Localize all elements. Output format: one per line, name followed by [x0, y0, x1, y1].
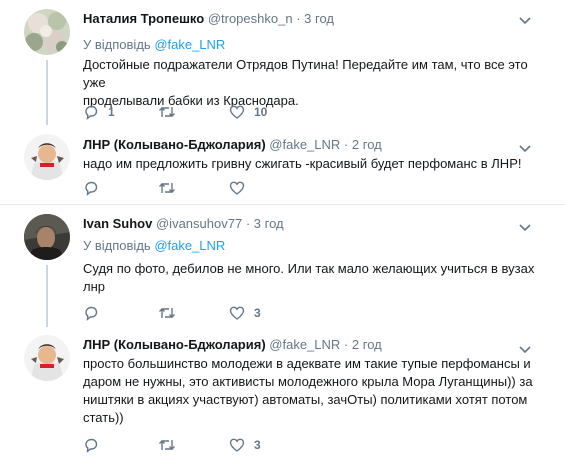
avatar[interactable] [24, 214, 70, 260]
tweet-header: ЛНР (Колывано-Бджолария) @fake_LNR · 2 г… [83, 137, 382, 153]
display-name[interactable]: ЛНР (Колывано-Бджолария) [83, 137, 266, 152]
separator-dot: · [343, 137, 349, 152]
avatar[interactable] [24, 335, 70, 381]
tweet-text-line: надо им предложить гривну сжигать -краси… [83, 156, 522, 171]
tweet-actions: 3 [83, 437, 383, 455]
timestamp[interactable]: 3 год [254, 216, 284, 231]
tweet-text-line: стать)) [83, 410, 124, 425]
timestamp[interactable]: 2 год [352, 337, 382, 352]
tweet-1[interactable]: Наталия Тропешко @tropeshko_n · 3 год У … [0, 0, 565, 125]
retweet-button[interactable] [158, 437, 185, 453]
retweet-icon [159, 308, 175, 318]
tweet-3[interactable]: Ivan Suhov @ivansuhov77 · 3 год У відпов… [0, 205, 565, 327]
like-count: 10 [254, 105, 268, 119]
reply-prefix: У відповідь [83, 37, 151, 52]
display-name[interactable]: Ivan Suhov [83, 216, 152, 231]
retweet-button[interactable] [158, 180, 185, 196]
reply-icon [85, 105, 98, 120]
heart-icon [229, 105, 245, 119]
timestamp[interactable]: 3 год [304, 11, 334, 26]
tweet-text: просто большинство молодежи в адеквате и… [83, 355, 553, 427]
reply-button[interactable] [83, 305, 108, 321]
chevron-down-icon[interactable] [519, 13, 531, 28]
tweet-header: ЛНР (Колывано-Бджолария) @fake_LNR · 2 г… [83, 337, 382, 353]
reply-icon [85, 306, 98, 321]
timestamp[interactable]: 2 год [352, 137, 382, 152]
display-name[interactable]: ЛНР (Колывано-Бджолария) [83, 337, 266, 352]
tweet-actions: 3 [83, 305, 383, 323]
chevron-down-icon[interactable] [519, 220, 531, 235]
tweet-text-line: Достойные подражатели Отрядов Путина! Пе… [83, 57, 528, 90]
tweet-text-line: просто большинство молодежи в адеквате и… [83, 356, 531, 371]
reply-mention-link[interactable]: @fake_LNR [154, 238, 225, 253]
retweet-icon [159, 440, 175, 450]
tweet-actions: 1 10 [83, 104, 383, 122]
retweet-icon [159, 107, 175, 117]
tweet-text: Судя по фото, дебилов не много. Или так … [83, 260, 553, 296]
tweet-text: надо им предложить гривну сжигать -краси… [83, 155, 553, 173]
like-button[interactable]: 3 [229, 305, 261, 321]
separator-dot: · [245, 216, 251, 231]
reply-button[interactable]: 1 [83, 104, 115, 120]
like-button[interactable]: 3 [229, 437, 261, 453]
tweet-4[interactable]: ЛНР (Колывано-Бджолария) @fake_LNR · 2 г… [0, 327, 565, 460]
tweet-text: Достойные подражатели Отрядов Путина! Пе… [83, 56, 553, 110]
retweet-button[interactable] [158, 104, 185, 120]
tweet-text-line: ништяки в акциях участвуют) автоматы, за… [83, 392, 528, 407]
retweet-icon [159, 183, 175, 193]
tweet-text-line: даром не нужны, это активисты молодежног… [83, 374, 533, 389]
avatar[interactable] [24, 134, 70, 180]
reply-button[interactable] [83, 180, 108, 196]
user-handle[interactable]: @fake_LNR [269, 137, 340, 152]
tweet-text-line: лнр [83, 279, 105, 294]
tweet-actions [83, 180, 383, 198]
heart-icon [229, 306, 245, 320]
reply-button[interactable] [83, 437, 108, 453]
chevron-down-icon[interactable] [519, 141, 531, 156]
like-count: 3 [254, 306, 261, 320]
tweet-2[interactable]: ЛНР (Колывано-Бджолария) @fake_LNR · 2 г… [0, 125, 565, 207]
separator-dot: · [296, 11, 301, 26]
like-count: 3 [254, 438, 261, 452]
like-button[interactable] [229, 180, 254, 196]
like-button[interactable]: 10 [229, 104, 267, 120]
user-handle[interactable]: @ivansuhov77 [156, 216, 242, 231]
reply-icon [85, 438, 98, 453]
heart-icon [229, 181, 245, 195]
tweet-header: Ivan Suhov @ivansuhov77 · 3 год [83, 216, 284, 232]
user-handle[interactable]: @tropeshko_n [208, 11, 293, 26]
heart-icon [229, 438, 245, 452]
retweet-button[interactable] [158, 305, 185, 321]
tweet-text-line: Судя по фото, дебилов не много. Или так … [83, 261, 535, 276]
avatar[interactable] [24, 9, 70, 55]
reply-count: 1 [108, 105, 115, 119]
reply-to-line: У відповідь @fake_LNR [83, 238, 225, 254]
user-handle[interactable]: @fake_LNR [269, 337, 340, 352]
reply-prefix: У відповідь [83, 238, 151, 253]
thread-line [46, 60, 48, 125]
reply-to-line: У відповідь @fake_LNR [83, 37, 225, 53]
reply-mention-link[interactable]: @fake_LNR [154, 37, 225, 52]
reply-icon [85, 181, 98, 196]
tweet-header: Наталия Тропешко @tropeshko_n · 3 год [83, 11, 334, 27]
display-name[interactable]: Наталия Тропешко [83, 11, 204, 26]
thread-line [46, 265, 48, 327]
separator-dot: · [343, 337, 349, 352]
